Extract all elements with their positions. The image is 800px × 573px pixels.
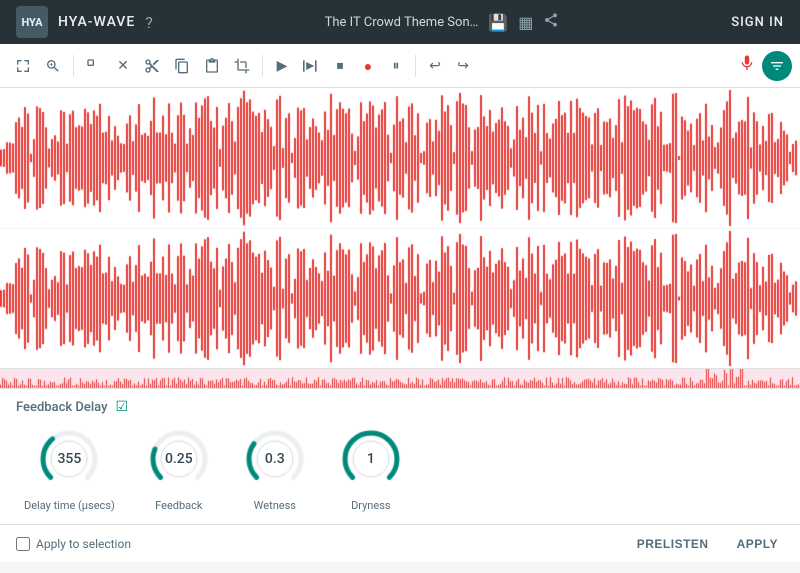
knob-dryness[interactable]: 1: [339, 427, 403, 491]
waveform-bottom[interactable]: [0, 228, 800, 368]
effects-panel: Feedback Delay ☑ 355 Delay time (µsecs) …: [0, 388, 800, 524]
waveform-top[interactable]: [0, 88, 800, 228]
redo-button[interactable]: ↪: [451, 52, 475, 80]
waveform-mini[interactable]: [0, 368, 800, 388]
knob-feedback-value: 0.25: [165, 451, 193, 467]
sign-in-button[interactable]: SIGN IN: [731, 15, 784, 30]
knob-dryness-label: Dryness: [351, 499, 391, 512]
knob-group-wetness: 0.3 Wetness: [243, 427, 307, 512]
record-button[interactable]: ●: [356, 52, 380, 80]
cut-button[interactable]: [139, 52, 165, 80]
knob-delay-label: Delay time (µsecs): [24, 499, 115, 512]
effects-toggle[interactable]: ☑: [115, 399, 128, 415]
knobs-row: 355 Delay time (µsecs) 0.25 Feedback 0.3…: [16, 427, 784, 512]
bottom-bar: Apply to selection PRELISTEN APPLY: [0, 524, 800, 562]
effects-title: Feedback Delay: [16, 400, 107, 415]
knob-group-feedback: 0.25 Feedback: [147, 427, 211, 512]
header-center: The IT Crowd Theme Son… 💾 ▦: [325, 12, 560, 32]
mic-button[interactable]: [738, 54, 756, 77]
apply-selection-group: Apply to selection: [16, 537, 131, 551]
save-icon[interactable]: 💾: [488, 13, 508, 32]
prelisten-button[interactable]: PRELISTEN: [631, 533, 715, 555]
knob-group-dryness: 1 Dryness: [339, 427, 403, 512]
help-icon[interactable]: ?: [145, 13, 153, 32]
knob-wetness-value: 0.3: [265, 451, 285, 467]
zoom-button[interactable]: [40, 52, 66, 80]
effects-header: Feedback Delay ☑: [16, 399, 784, 415]
waveform-bottom-canvas: [0, 229, 800, 368]
fit-view-button[interactable]: [10, 52, 36, 80]
knob-feedback[interactable]: 0.25: [147, 427, 211, 491]
copy-button[interactable]: [169, 52, 195, 80]
cloud-icon[interactable]: ▦: [518, 13, 533, 32]
track-title: The IT Crowd Theme Son…: [325, 15, 479, 30]
app-header: HYA HYA-WAVE ? The IT Crowd Theme Son… 💾…: [0, 0, 800, 44]
play-selection-button[interactable]: [298, 52, 324, 80]
knob-delay-value: 355: [57, 451, 81, 467]
apply-button[interactable]: APPLY: [731, 533, 784, 555]
waveform-container: [0, 88, 800, 388]
knob-group-delay: 355 Delay time (µsecs): [24, 427, 115, 512]
undo-button[interactable]: ↩: [423, 52, 447, 80]
waveform-top-canvas: [0, 88, 800, 228]
select-tool-button[interactable]: [81, 52, 107, 80]
apply-selection-checkbox[interactable]: [16, 537, 30, 551]
sep2: [262, 55, 263, 77]
knob-dryness-value: 1: [367, 451, 375, 467]
waveform-mini-canvas: [0, 369, 800, 388]
knob-wetness-label: Wetness: [254, 499, 296, 512]
play-button[interactable]: ▶: [270, 52, 294, 80]
main-toolbar: ✕ ▶ ⏹ ● ⏸ ↩ ↪: [0, 44, 800, 88]
stop-button[interactable]: ⏹: [328, 52, 352, 80]
bottom-actions: PRELISTEN APPLY: [631, 533, 784, 555]
pause-button[interactable]: ⏸: [384, 52, 408, 80]
apply-selection-label: Apply to selection: [36, 537, 131, 551]
knob-wetness[interactable]: 0.3: [243, 427, 307, 491]
brand-name: HYA-WAVE: [58, 14, 135, 30]
sep3: [415, 55, 416, 77]
eq-button[interactable]: [762, 51, 792, 81]
crop-button[interactable]: [229, 52, 255, 80]
knob-delay-time[interactable]: 355: [37, 427, 101, 491]
knob-feedback-label: Feedback: [155, 499, 202, 512]
logo: HYA: [16, 6, 48, 38]
share-icon[interactable]: [543, 12, 559, 32]
paste-button[interactable]: [199, 52, 225, 80]
sep1: [73, 55, 74, 77]
select-all-button[interactable]: ✕: [111, 52, 135, 80]
header-left: HYA HYA-WAVE ?: [16, 6, 153, 38]
